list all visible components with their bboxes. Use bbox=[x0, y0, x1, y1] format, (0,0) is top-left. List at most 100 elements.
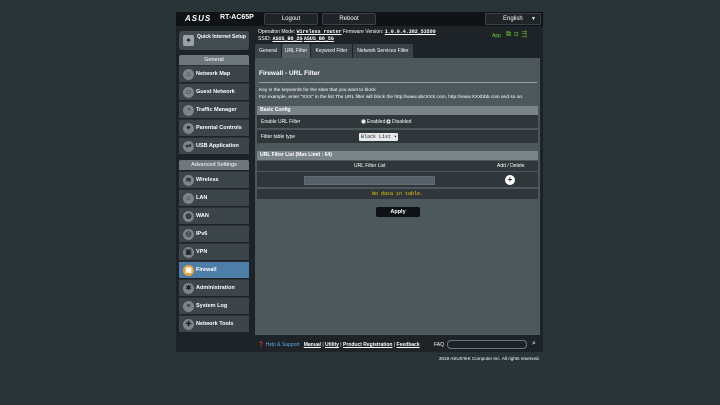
faq-search-input[interactable] bbox=[447, 340, 527, 349]
logout-button[interactable]: Logout bbox=[264, 13, 318, 25]
language-label: English bbox=[503, 16, 523, 22]
filter-table-type-label: Filter table type bbox=[261, 134, 296, 140]
search-icon[interactable]: ⌕ bbox=[532, 340, 536, 348]
feedback-link[interactable]: Feedback bbox=[397, 342, 420, 348]
sidebar-item-label: Wireless bbox=[196, 177, 219, 183]
gear-icon: ✱ bbox=[183, 283, 194, 294]
gauge-icon: ◔ bbox=[183, 105, 194, 116]
disabled-radio[interactable]: Disabled bbox=[386, 119, 411, 125]
sidebar-item-lan[interactable]: ⌂ LAN bbox=[179, 189, 249, 206]
network-status-icon[interactable]: ⧉ bbox=[506, 31, 514, 38]
help-support-label: Help & Support bbox=[265, 342, 300, 348]
chevron-down-icon: ▼ bbox=[531, 16, 536, 22]
sidebar-item-administration[interactable]: ✱ Administration bbox=[179, 279, 249, 296]
sidebar-item-label: Traffic Manager bbox=[196, 107, 237, 113]
asus-logo: ASUS bbox=[185, 14, 212, 23]
op-mode-link[interactable]: Wireless router bbox=[297, 29, 342, 35]
filter-type-select[interactable]: Black List ▾ bbox=[359, 133, 398, 141]
disabled-label: Disabled bbox=[392, 119, 412, 125]
sidebar-item-network-tools[interactable]: ✚ Network Tools bbox=[179, 315, 249, 332]
basic-config-header: Basic Config bbox=[257, 106, 538, 115]
quick-setup-label: Quick Internet Setup bbox=[197, 34, 246, 40]
sidebar-item-wireless[interactable]: ≋ Wireless bbox=[179, 171, 249, 188]
sidebar-item-usb-application[interactable]: ⇌ USB Application bbox=[179, 137, 249, 154]
ssid-2g: ASUS_B8_2G bbox=[272, 36, 303, 42]
tab-network-services-filter[interactable]: Network Services Filter bbox=[353, 44, 413, 58]
sidebar-item-firewall[interactable]: ▦ Firewall bbox=[179, 261, 249, 278]
sidebar-item-label: Administration bbox=[196, 285, 235, 291]
sidebar-item-ipv6[interactable]: ◎ IPv6 bbox=[179, 225, 249, 242]
app-link[interactable]: App bbox=[492, 33, 501, 39]
enable-url-filter-row: Enable URL Filter Enabled Disabled bbox=[257, 115, 538, 129]
sidebar-item-network-map[interactable]: ⌂ Network Map bbox=[179, 65, 249, 82]
sidebar-item-system-log[interactable]: ≡ System Log bbox=[179, 297, 249, 314]
sidebar-item-guest-network[interactable]: ☺ Guest Network bbox=[179, 83, 249, 100]
vpn-icon: ▣ bbox=[183, 247, 194, 258]
title-divider bbox=[259, 82, 537, 83]
apply-button[interactable]: Apply bbox=[376, 207, 420, 217]
sidebar-item-label: Firewall bbox=[196, 267, 217, 273]
firmware-label: Firmware Version: bbox=[343, 29, 384, 35]
status-icons: ⧉⊡⇶ bbox=[506, 31, 530, 39]
sidebar-item-wan[interactable]: ◍ WAN bbox=[179, 207, 249, 224]
globe-icon: ◍ bbox=[183, 211, 194, 222]
guest-icon: ☺ bbox=[183, 87, 194, 98]
log-icon: ≡ bbox=[183, 301, 194, 312]
chevron-down-icon: ▾ bbox=[394, 134, 398, 140]
reboot-button[interactable]: Reboot bbox=[322, 13, 376, 25]
sidebar-item-vpn[interactable]: ▣ VPN bbox=[179, 243, 249, 260]
sidebar-item-label: IPv6 bbox=[196, 231, 208, 237]
usb-icon[interactable]: ⇶ bbox=[521, 31, 530, 38]
tab-url-filter[interactable]: URL Filter bbox=[282, 44, 310, 58]
enabled-radio[interactable]: Enabled bbox=[361, 119, 385, 125]
wifi-icon: ≋ bbox=[183, 175, 194, 186]
general-heading: General bbox=[179, 55, 249, 65]
network-map-icon: ⌂ bbox=[183, 69, 194, 80]
copyright: 2019 ASUSTeK Computer Inc. All rights re… bbox=[439, 356, 540, 361]
description-line-1: Key in the keywords for the sites that y… bbox=[259, 88, 376, 93]
col-add-delete: Add / Delete bbox=[497, 163, 525, 169]
tab-keyword-filter[interactable]: Keyword Filter bbox=[311, 44, 352, 58]
language-select[interactable]: English ▼ bbox=[485, 13, 541, 25]
sidebar-item-label: LAN bbox=[196, 195, 208, 201]
quick-internet-setup[interactable]: ✦ Quick Internet Setup bbox=[179, 31, 249, 50]
page-title: Firewall - URL Filter bbox=[259, 70, 320, 77]
url-filter-input[interactable] bbox=[304, 176, 435, 185]
advanced-heading: Advanced Settings bbox=[179, 160, 249, 170]
manual-link[interactable]: Manual bbox=[304, 342, 321, 348]
filter-type-value: Black List bbox=[361, 134, 392, 140]
wand-icon: ✦ bbox=[183, 35, 194, 46]
tools-icon: ✚ bbox=[183, 319, 194, 330]
sidebar-item-label: Parental Controls bbox=[196, 125, 242, 131]
ssid-label: SSID: bbox=[258, 36, 272, 42]
enable-url-filter-label: Enable URL Filter bbox=[261, 119, 301, 125]
enabled-label: Enabled bbox=[367, 119, 386, 125]
product-registration-link[interactable]: Product Registration bbox=[343, 342, 392, 348]
tab-general[interactable]: General bbox=[255, 44, 281, 58]
usb-app-icon: ⇌ bbox=[183, 141, 194, 152]
add-icon[interactable]: + bbox=[505, 175, 515, 185]
utility-link[interactable]: Utility bbox=[325, 342, 339, 348]
sidebar-item-label: Guest Network bbox=[196, 89, 235, 95]
sidebar-item-label: Network Tools bbox=[196, 321, 234, 327]
no-data-message: No data in table. bbox=[257, 188, 538, 199]
firewall-icon: ▦ bbox=[183, 265, 194, 276]
help-icon: ❓ bbox=[258, 342, 265, 348]
lan-icon: ⌂ bbox=[183, 193, 194, 204]
model-name: RT-AC65P bbox=[220, 14, 254, 21]
sidebar-item-label: System Log bbox=[196, 303, 228, 309]
sidebar-item-label: WAN bbox=[196, 213, 209, 219]
operation-info: Operation Mode: Wireless router Firmware… bbox=[258, 29, 436, 35]
firmware-link[interactable]: 1.0.0.4.382_53599 bbox=[385, 29, 436, 35]
col-url-filter-list: URL Filter List bbox=[354, 163, 386, 169]
sidebar-item-label: Network Map bbox=[196, 71, 231, 77]
ssid-5g: ASUS_B8_5G bbox=[303, 36, 334, 42]
sidebar-item-parental-controls[interactable]: ♥ Parental Controls bbox=[179, 119, 249, 136]
filter-table-type-row: Filter table type Black List ▾ bbox=[257, 130, 538, 144]
sidebar-item-traffic-manager[interactable]: ◔ Traffic Manager bbox=[179, 101, 249, 118]
ipv6-icon: ◎ bbox=[183, 229, 194, 240]
faq-label: FAQ bbox=[434, 342, 445, 348]
footer-links: ❓ Help & Support Manual | Utility | Prod… bbox=[258, 342, 420, 348]
sidebar-item-label: USB Application bbox=[196, 143, 239, 149]
sidebar-item-label: VPN bbox=[196, 249, 208, 255]
